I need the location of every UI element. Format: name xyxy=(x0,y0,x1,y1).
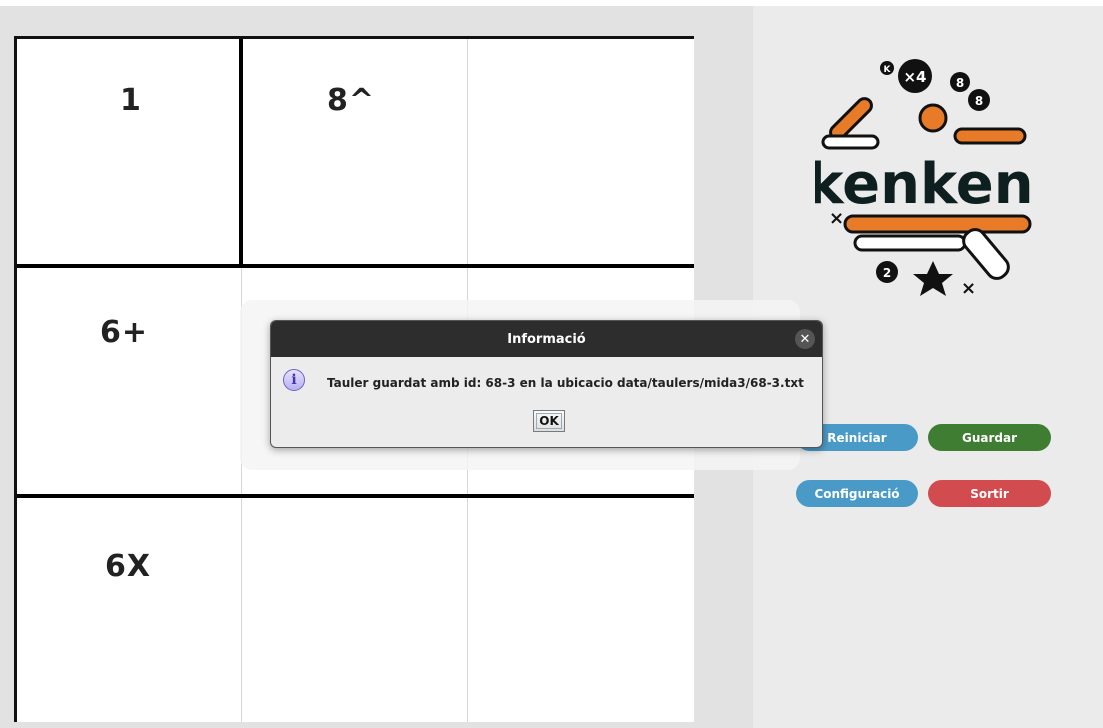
cell-r1-c2[interactable] xyxy=(242,39,468,266)
cage-border xyxy=(17,264,694,268)
close-icon[interactable]: ✕ xyxy=(795,329,815,349)
cell-r3-c2[interactable] xyxy=(242,496,468,722)
guardar-button[interactable]: Guardar xyxy=(928,424,1051,451)
kenken-logo: ×4 K 8 8 kenken 2 × × xyxy=(815,59,1034,296)
ok-button[interactable]: OK xyxy=(533,410,565,432)
svg-text:2: 2 xyxy=(883,266,891,280)
cage-border xyxy=(17,494,694,498)
cage-label: 8^ xyxy=(327,83,376,118)
dialog-title: Informació xyxy=(507,331,586,347)
cell-r1-c1[interactable] xyxy=(17,39,242,266)
svg-text:×: × xyxy=(961,278,976,296)
svg-text:×: × xyxy=(829,208,844,229)
cell-r3-c1[interactable] xyxy=(17,496,242,722)
cage-border xyxy=(239,39,243,266)
svg-text:×4: ×4 xyxy=(903,68,926,86)
sortir-button[interactable]: Sortir xyxy=(928,480,1051,507)
cage-label: 6X xyxy=(105,549,152,584)
cell-r2-c1[interactable] xyxy=(17,266,242,496)
cage-label: 1 xyxy=(120,83,142,118)
cage-label: 6+ xyxy=(100,315,149,350)
svg-text:8: 8 xyxy=(975,94,983,108)
cell-r3-c3[interactable] xyxy=(468,496,694,722)
configuracio-button[interactable]: Configuració xyxy=(796,480,918,507)
cell-r1-c3[interactable] xyxy=(468,39,694,266)
dialog-message: Tauler guardat amb id: 68-3 en la ubicac… xyxy=(327,376,804,390)
logo-text: kenken xyxy=(815,152,1034,217)
info-dialog: Informació ✕ i Tauler guardat amb id: 68… xyxy=(270,320,823,448)
svg-text:K: K xyxy=(884,65,892,75)
info-icon: i xyxy=(283,369,305,391)
dialog-titlebar[interactable]: Informació ✕ xyxy=(271,321,822,357)
svg-text:8: 8 xyxy=(956,76,964,90)
